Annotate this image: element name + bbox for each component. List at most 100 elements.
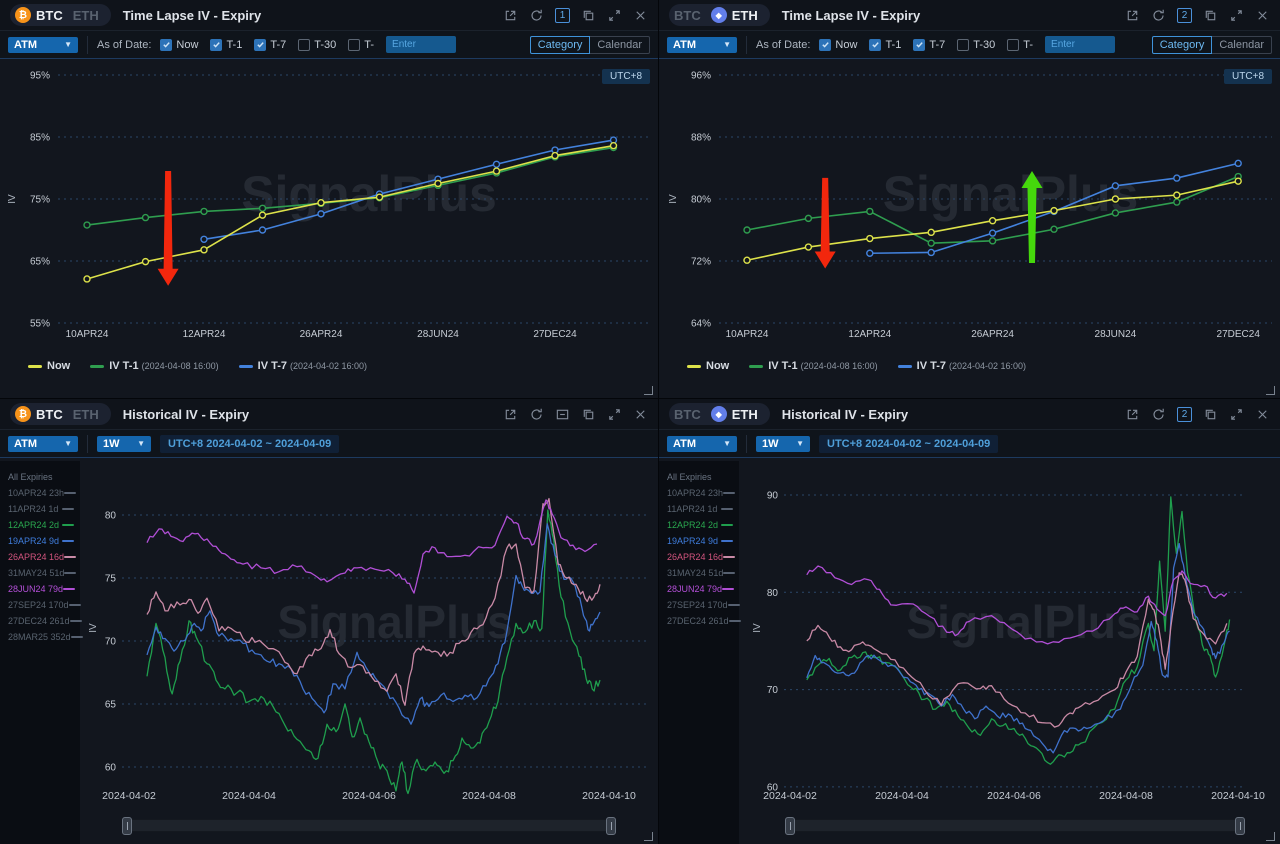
panel-header: ₿BTCETH Historical IV - Expiry — [0, 399, 658, 430]
atm-select[interactable]: ATM ▼ — [667, 37, 737, 53]
expiry-item[interactable]: 11APR24 1d — [8, 501, 74, 517]
duplicate-icon[interactable] — [1203, 8, 1218, 23]
expiry-item[interactable]: 31MAY24 51d — [8, 565, 74, 581]
close-icon[interactable] — [1255, 8, 1270, 23]
expiry-item[interactable]: All Expiries — [8, 469, 74, 485]
atm-select[interactable]: ATM ▼ — [667, 436, 737, 452]
refresh-icon[interactable] — [529, 8, 544, 23]
duplicate-icon[interactable] — [581, 407, 596, 422]
expiry-item[interactable]: 27DEC24 261d — [667, 613, 733, 629]
period-select[interactable]: 1W ▼ — [97, 436, 151, 452]
calendar-toggle-button[interactable]: Calendar — [1212, 36, 1272, 54]
close-icon[interactable] — [633, 407, 648, 422]
expiry-item[interactable]: 10APR24 23h — [667, 485, 733, 501]
expiry-item[interactable]: 27DEC24 261d — [8, 613, 74, 629]
eth-historical-chart[interactable]: SignalPlus90807060IV2024-04-022024-04-04… — [659, 458, 1280, 802]
checkbox-t[interactable]: T- — [1007, 39, 1033, 51]
expiry-item[interactable]: 19APR24 9d — [8, 533, 74, 549]
open-in-new-icon[interactable] — [503, 407, 518, 422]
resize-handle[interactable] — [1266, 386, 1275, 395]
checkbox-t30[interactable]: T-30 — [298, 39, 336, 51]
resize-handle[interactable] — [1266, 832, 1275, 841]
duplicate-icon[interactable] — [581, 8, 596, 23]
expiry-item[interactable]: 26APR24 16d — [8, 549, 74, 565]
slider-handle-right[interactable] — [606, 817, 616, 835]
time-range-slider[interactable] — [785, 819, 1245, 832]
chevron-down-icon: ▼ — [64, 40, 72, 49]
checkbox-t7[interactable]: T-7 — [913, 39, 945, 51]
checkbox-t30[interactable]: T-30 — [957, 39, 995, 51]
coin-tab-eth[interactable]: ◆ETH — [711, 7, 758, 23]
box-minus-icon[interactable] — [555, 407, 570, 422]
checkbox-t1[interactable]: T-1 — [210, 39, 242, 51]
slider-handle-left[interactable] — [122, 817, 132, 835]
close-icon[interactable] — [633, 8, 648, 23]
legend-item[interactable]: IV T-7(2024-04-02 16:00) — [898, 360, 1026, 372]
expiry-item[interactable]: 11APR24 1d — [667, 501, 733, 517]
window-count-badge[interactable]: 2 — [1177, 407, 1192, 422]
custom-tenor-input[interactable] — [386, 36, 456, 53]
expand-icon[interactable] — [607, 8, 622, 23]
checkbox-t1[interactable]: T-1 — [869, 39, 901, 51]
expiry-item[interactable]: 28JUN24 79d — [8, 581, 74, 597]
legend-item[interactable]: Now — [687, 360, 729, 372]
slider-handle-right[interactable] — [1235, 817, 1245, 835]
legend-item[interactable]: IV T-7(2024-04-02 16:00) — [239, 360, 367, 372]
expiry-item[interactable]: 26APR24 16d — [667, 549, 733, 565]
expiry-item[interactable]: 31MAY24 51d — [667, 565, 733, 581]
legend-item[interactable]: IV T-1(2024-04-08 16:00) — [749, 360, 877, 372]
expand-icon[interactable] — [1229, 407, 1244, 422]
refresh-icon[interactable] — [1151, 407, 1166, 422]
checkbox-t[interactable]: T- — [348, 39, 374, 51]
btc-timelapse-chart[interactable]: SignalPlus95%85%75%65%55%IV10APR2412APR2… — [0, 59, 658, 349]
eth-timelapse-chart[interactable]: SignalPlus96%88%80%72%64%IV10APR2412APR2… — [659, 59, 1280, 349]
coin-tab-eth[interactable]: ETH — [73, 408, 99, 421]
expiry-item[interactable]: 28MAR25 352d — [8, 629, 74, 645]
duplicate-icon[interactable] — [1203, 407, 1218, 422]
calendar-toggle-button[interactable]: Calendar — [590, 36, 650, 54]
coin-tab-btc[interactable]: BTC — [674, 9, 701, 22]
open-in-new-icon[interactable] — [503, 8, 518, 23]
category-toggle-button[interactable]: Category — [530, 36, 591, 54]
expand-icon[interactable] — [1229, 8, 1244, 23]
checkbox-now[interactable]: Now — [160, 39, 198, 51]
window-count-badge[interactable]: 1 — [555, 8, 570, 23]
coin-tab-btc[interactable]: ₿BTC — [15, 406, 63, 422]
expiry-item[interactable]: 12APR24 2d — [8, 517, 74, 533]
close-icon[interactable] — [1255, 407, 1270, 422]
refresh-icon[interactable] — [1151, 8, 1166, 23]
open-in-new-icon[interactable] — [1125, 407, 1140, 422]
atm-select[interactable]: ATM ▼ — [8, 37, 78, 53]
expand-icon[interactable] — [607, 407, 622, 422]
refresh-icon[interactable] — [529, 407, 544, 422]
series-color-dash — [62, 540, 74, 542]
slider-handle-left[interactable] — [785, 817, 795, 835]
eth-coin-icon: ◆ — [711, 7, 727, 23]
legend-item[interactable]: IV T-1(2024-04-08 16:00) — [90, 360, 218, 372]
period-select[interactable]: 1W ▼ — [756, 436, 810, 452]
custom-tenor-input[interactable] — [1045, 36, 1115, 53]
expiry-item[interactable]: 10APR24 23h — [8, 485, 74, 501]
open-in-new-icon[interactable] — [1125, 8, 1140, 23]
coin-tab-btc[interactable]: BTC — [674, 408, 701, 421]
expiry-item[interactable]: All Expiries — [667, 469, 733, 485]
coin-tab-eth[interactable]: ETH — [73, 9, 99, 22]
atm-select[interactable]: ATM ▼ — [8, 436, 78, 452]
expiry-item[interactable]: 12APR24 2d — [667, 517, 733, 533]
coin-tab-btc[interactable]: ₿BTC — [15, 7, 63, 23]
time-range-slider[interactable] — [122, 819, 616, 832]
expiry-item[interactable]: 28JUN24 79d — [667, 581, 733, 597]
window-count-badge[interactable]: 2 — [1177, 8, 1192, 23]
btc-historical-chart[interactable]: SignalPlus8075706560IV2024-04-022024-04-… — [0, 458, 658, 802]
category-toggle-button[interactable]: Category — [1152, 36, 1213, 54]
legend-item[interactable]: Now — [28, 360, 70, 372]
checkbox-now[interactable]: Now — [819, 39, 857, 51]
resize-handle[interactable] — [644, 386, 653, 395]
expiry-item[interactable]: 27SEP24 170d — [8, 597, 74, 613]
resize-handle[interactable] — [644, 832, 653, 841]
expiry-item[interactable]: 19APR24 9d — [667, 533, 733, 549]
expiry-item[interactable]: 27SEP24 170d — [667, 597, 733, 613]
coin-tab-eth[interactable]: ◆ETH — [711, 406, 758, 422]
checkbox-t7[interactable]: T-7 — [254, 39, 286, 51]
svg-text:10APR24: 10APR24 — [66, 329, 109, 340]
